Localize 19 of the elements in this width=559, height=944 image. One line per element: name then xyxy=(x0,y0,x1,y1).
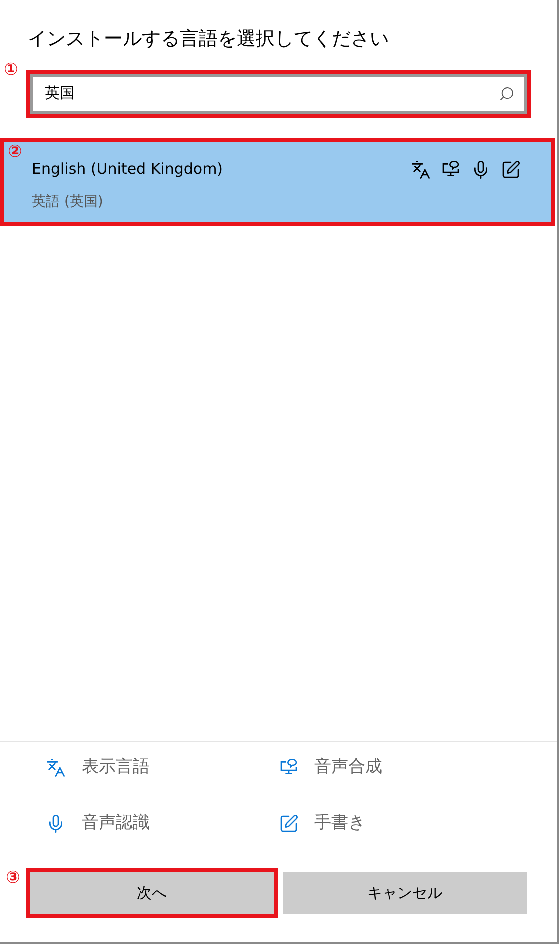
feature-label: 表示言語 xyxy=(82,756,150,780)
language-native-name: 英語 (英国) xyxy=(32,193,104,212)
search-field[interactable]: 英国 xyxy=(30,74,527,114)
step-number: ① xyxy=(4,62,18,79)
translate-icon xyxy=(411,160,431,180)
feature-label: 音声合成 xyxy=(314,756,382,780)
feature-label: 手書き xyxy=(314,812,366,836)
pen-icon xyxy=(501,160,521,180)
dialog-button[interactable]: 次へ xyxy=(30,872,274,914)
step-number: ② xyxy=(8,144,22,161)
language-item[interactable]: ② English (United Kingdom) 英語 (英国) xyxy=(0,138,555,226)
dialog-title: インストールする言語を選択してください xyxy=(28,28,390,52)
translate-icon xyxy=(46,758,66,778)
feature-label: 音声認識 xyxy=(82,812,150,836)
search-icon xyxy=(499,86,515,102)
pen-icon xyxy=(278,814,298,834)
language-name: English (United Kingdom) xyxy=(32,158,224,180)
dialog-button[interactable]: キャンセル xyxy=(283,872,527,914)
step-number: ③ xyxy=(6,870,20,887)
